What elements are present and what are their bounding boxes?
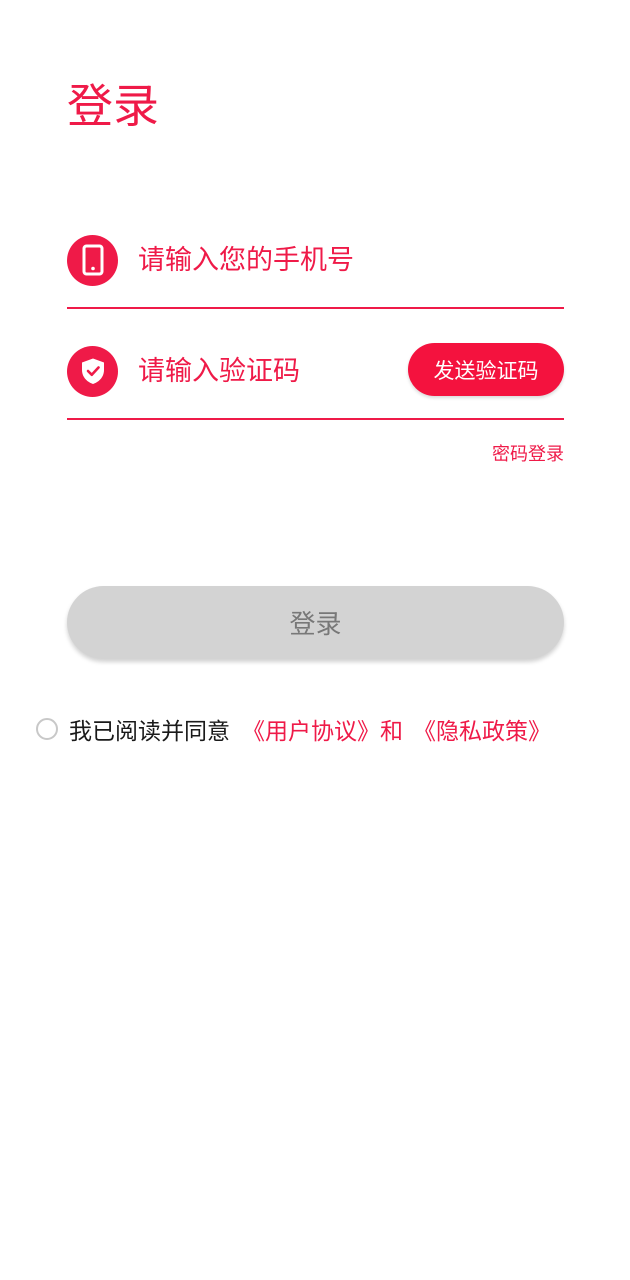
- phone-field: [67, 230, 564, 290]
- agreement-radio[interactable]: [36, 718, 58, 740]
- phone-icon: [67, 234, 118, 286]
- agreement-conjunction: 和: [380, 719, 403, 745]
- phone-input[interactable]: [138, 240, 564, 280]
- shield-check-icon: [67, 345, 118, 397]
- code-input[interactable]: [138, 351, 368, 391]
- page-title: 登录: [67, 79, 159, 133]
- password-login-link[interactable]: 密码登录: [492, 442, 564, 468]
- user-agreement-link[interactable]: 《用户协议》: [242, 712, 380, 746]
- privacy-policy-link[interactable]: 《隐私政策》: [413, 712, 551, 746]
- phone-divider: [67, 307, 564, 309]
- send-code-button[interactable]: 发送验证码: [408, 343, 564, 396]
- agreement-text: 我已阅读并同意: [69, 719, 230, 745]
- login-button[interactable]: 登录: [67, 586, 564, 659]
- code-divider: [67, 418, 564, 420]
- agreement-row: 我已阅读并同意 《用户协议》 和 《隐私政策》: [36, 711, 551, 747]
